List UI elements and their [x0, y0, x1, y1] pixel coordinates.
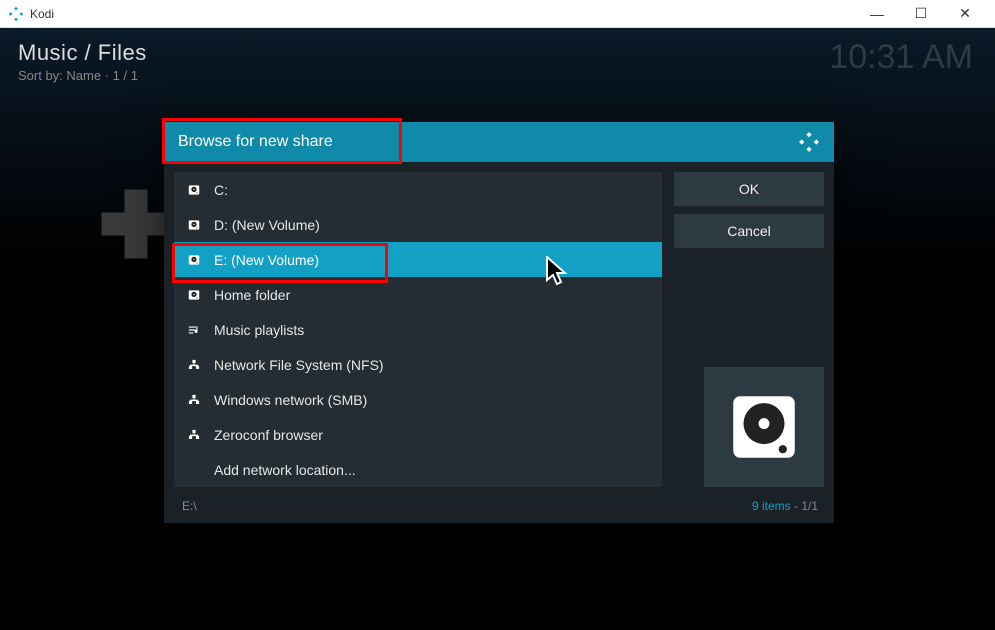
network-icon — [186, 392, 202, 408]
source-list-item[interactable]: Windows network (SMB) — [174, 382, 662, 417]
source-item-label: Music playlists — [214, 322, 304, 338]
kodi-logo-icon — [798, 131, 820, 153]
source-item-label: E: (New Volume) — [214, 252, 319, 268]
kodi-app-icon — [8, 6, 24, 22]
drive-icon — [186, 217, 202, 233]
source-list-item[interactable]: E: (New Volume) — [174, 242, 662, 277]
source-list: C: D: (New Volume) E: (New Volume) Home fol… — [174, 172, 662, 487]
drive-thumbnail — [704, 367, 824, 487]
breadcrumb: Music / Files Sort by: Name · 1 / 1 — [18, 40, 147, 83]
drive-icon — [186, 252, 202, 268]
dialog-footer: E:\ 9 items - 1/1 — [164, 493, 834, 523]
item-count: 9 items - 1/1 — [752, 499, 818, 513]
network-icon — [186, 427, 202, 443]
cancel-button[interactable]: Cancel — [674, 214, 824, 248]
breadcrumb-path: Music / Files — [18, 40, 147, 66]
source-item-label: Zeroconf browser — [214, 427, 323, 443]
maximize-button[interactable]: ☐ — [899, 0, 943, 28]
source-item-label: Add network location... — [214, 462, 356, 478]
app-viewport: Music / Files Sort by: Name · 1 / 1 10:3… — [0, 28, 995, 628]
window-controls: — ☐ ✕ — [855, 0, 987, 28]
source-list-item[interactable]: Network File System (NFS) — [174, 347, 662, 382]
source-list-item[interactable]: Add network location... — [174, 452, 662, 487]
current-path: E:\ — [182, 499, 197, 513]
drive-icon — [186, 182, 202, 198]
ok-button[interactable]: OK — [674, 172, 824, 206]
source-list-item[interactable]: Zeroconf browser — [174, 417, 662, 452]
dialog-body: C: D: (New Volume) E: (New Volume) Home fol… — [164, 162, 834, 493]
source-item-label: C: — [214, 182, 228, 198]
source-item-label: Windows network (SMB) — [214, 392, 367, 408]
drive-icon — [186, 287, 202, 303]
close-button[interactable]: ✕ — [943, 0, 987, 28]
source-list-item[interactable]: D: (New Volume) — [174, 207, 662, 242]
dialog-sidebar: OK Cancel — [674, 172, 824, 487]
minimize-button[interactable]: — — [855, 0, 899, 28]
playlist-icon — [186, 322, 202, 338]
source-item-label: D: (New Volume) — [214, 217, 320, 233]
network-icon — [186, 357, 202, 373]
source-item-label: Network File System (NFS) — [214, 357, 384, 373]
source-list-item[interactable]: Home folder — [174, 277, 662, 312]
source-list-item[interactable]: Music playlists — [174, 312, 662, 347]
clock: 10:31 AM — [829, 38, 973, 77]
source-list-item[interactable]: C: — [174, 172, 662, 207]
window-title: Kodi — [30, 7, 855, 21]
dialog-title: Browse for new share — [178, 133, 798, 151]
sort-status: Sort by: Name · 1 / 1 — [18, 68, 147, 83]
browse-dialog: Browse for new share C: D: (New Volume) E:… — [164, 122, 834, 523]
dialog-header: Browse for new share — [164, 122, 834, 162]
window-titlebar: Kodi — ☐ ✕ — [0, 0, 995, 28]
blank-icon — [186, 462, 202, 478]
source-item-label: Home folder — [214, 287, 290, 303]
